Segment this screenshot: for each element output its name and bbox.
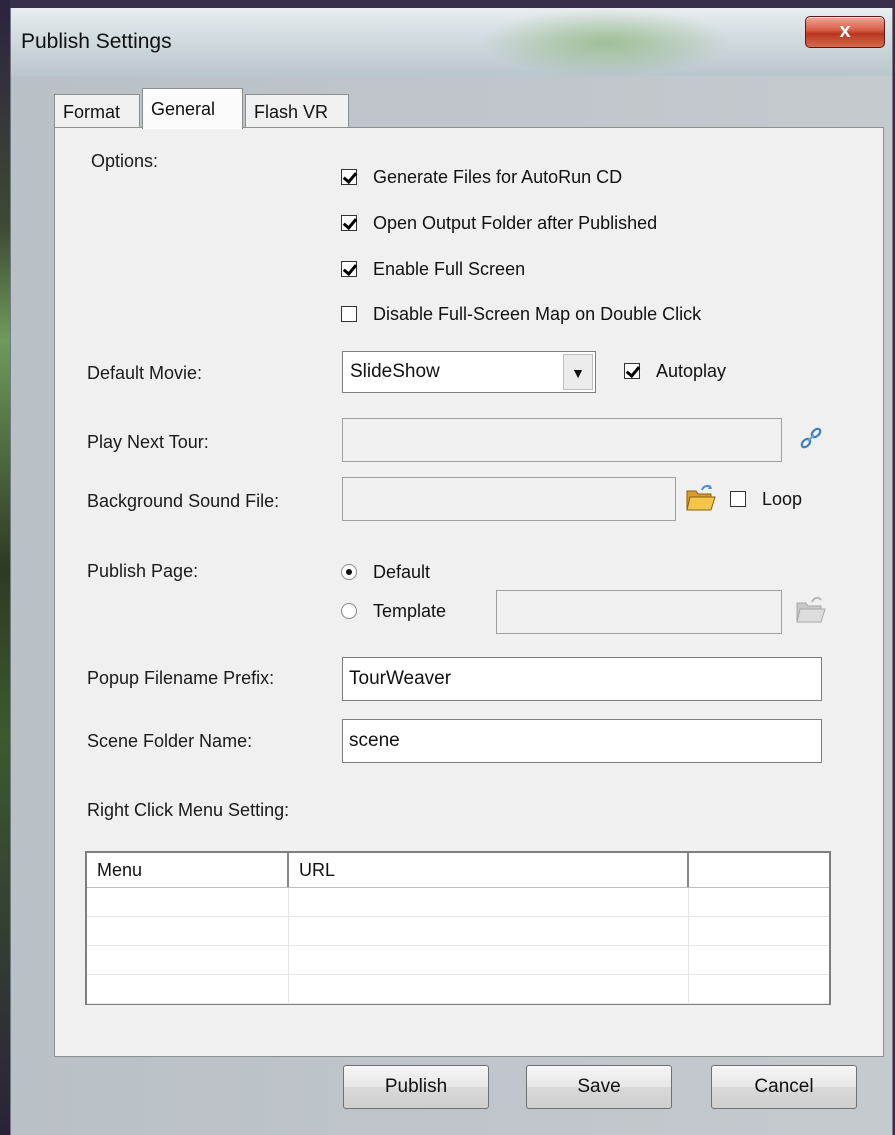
publish-page-label: Publish Page:: [87, 561, 199, 581]
column-header-menu[interactable]: Menu: [87, 853, 289, 887]
table-row[interactable]: [87, 888, 829, 917]
desktop-edge: [0, 0, 10, 1135]
default-movie-value: SlideShow: [350, 361, 440, 382]
play-next-tour-label: Play Next Tour:: [87, 432, 209, 452]
option-autorun-cd[interactable]: Generate Files for AutoRun CD: [341, 164, 622, 190]
dropdown-arrow-icon[interactable]: ▼: [563, 354, 593, 390]
template-radio[interactable]: [341, 603, 357, 619]
play-next-tour-field[interactable]: [342, 418, 782, 462]
tab-flash-vr[interactable]: Flash VR: [245, 94, 349, 128]
background-sound-label: Background Sound File:: [87, 491, 280, 511]
table-row[interactable]: [87, 975, 829, 1004]
autoplay-option[interactable]: Autoplay: [624, 358, 726, 384]
open-output-folder-label: Open Output Folder after Published: [373, 212, 658, 233]
close-button[interactable]: x: [805, 16, 885, 48]
tab-general[interactable]: General: [142, 88, 243, 129]
default-movie-label: Default Movie:: [87, 363, 203, 383]
popup-prefix-label: Popup Filename Prefix:: [87, 668, 275, 688]
table-cell[interactable]: [689, 975, 829, 1003]
right-click-menu-table[interactable]: Menu URL: [85, 851, 831, 1005]
table-cell[interactable]: [689, 888, 829, 916]
cancel-button[interactable]: Cancel: [711, 1065, 857, 1109]
save-button[interactable]: Save: [526, 1065, 672, 1109]
publish-settings-dialog: Publish Settings x Format General Flash …: [10, 8, 893, 1135]
table-cell[interactable]: [289, 917, 689, 945]
table-cell[interactable]: [87, 946, 289, 974]
publish-page-default-option[interactable]: Default: [341, 559, 430, 585]
disable-fullscreen-map-label: Disable Full-Screen Map on Double Click: [373, 303, 702, 324]
default-radio-label: Default: [373, 561, 431, 582]
title-bar-glow: [481, 8, 731, 76]
enable-full-screen-label: Enable Full Screen: [373, 258, 526, 279]
table-cell[interactable]: [87, 975, 289, 1003]
default-radio[interactable]: [341, 564, 357, 580]
table-cell[interactable]: [289, 946, 689, 974]
table-cell[interactable]: [689, 917, 829, 945]
popup-prefix-input[interactable]: TourWeaver: [342, 657, 822, 701]
open-folder-icon[interactable]: [684, 481, 718, 515]
table-cell[interactable]: [289, 975, 689, 1003]
table-row[interactable]: [87, 917, 829, 946]
template-radio-label: Template: [373, 600, 447, 621]
table-cell[interactable]: [87, 888, 289, 916]
options-label: Options:: [91, 151, 159, 171]
loop-label: Loop: [762, 488, 803, 509]
tab-format[interactable]: Format: [54, 94, 140, 128]
scene-folder-input[interactable]: scene: [342, 719, 822, 763]
loop-checkbox[interactable]: [730, 491, 746, 507]
publish-page-template-option[interactable]: Template: [341, 598, 446, 624]
table-cell[interactable]: [289, 888, 689, 916]
background-sound-field[interactable]: [342, 477, 676, 521]
link-icon[interactable]: [794, 421, 828, 455]
disable-fullscreen-map-checkbox[interactable]: [341, 306, 357, 322]
table-cell[interactable]: [87, 917, 289, 945]
autorun-cd-checkbox[interactable]: [341, 169, 357, 185]
option-open-output-folder[interactable]: Open Output Folder after Published: [341, 210, 657, 236]
column-header-extra[interactable]: [689, 853, 829, 887]
template-path-field[interactable]: [496, 590, 782, 634]
loop-option[interactable]: Loop: [730, 486, 802, 512]
table-header: Menu URL: [87, 853, 829, 888]
table-cell[interactable]: [689, 946, 829, 974]
autoplay-checkbox[interactable]: [624, 363, 640, 379]
default-movie-select[interactable]: SlideShow ▼: [342, 351, 596, 393]
window-title: Publish Settings: [21, 30, 172, 53]
option-disable-fullscreen-map[interactable]: Disable Full-Screen Map on Double Click: [341, 301, 701, 327]
table-row[interactable]: [87, 946, 829, 975]
open-output-folder-checkbox[interactable]: [341, 215, 357, 231]
right-click-menu-label: Right Click Menu Setting:: [87, 800, 290, 820]
publish-button[interactable]: Publish: [343, 1065, 489, 1109]
enable-full-screen-checkbox[interactable]: [341, 261, 357, 277]
autorun-cd-label: Generate Files for AutoRun CD: [373, 166, 623, 187]
option-enable-full-screen[interactable]: Enable Full Screen: [341, 256, 525, 282]
column-header-url[interactable]: URL: [289, 853, 689, 887]
title-bar[interactable]: Publish Settings x: [11, 8, 892, 76]
template-folder-icon[interactable]: [794, 593, 828, 627]
scene-folder-label: Scene Folder Name:: [87, 731, 253, 751]
autoplay-label: Autoplay: [656, 360, 727, 381]
